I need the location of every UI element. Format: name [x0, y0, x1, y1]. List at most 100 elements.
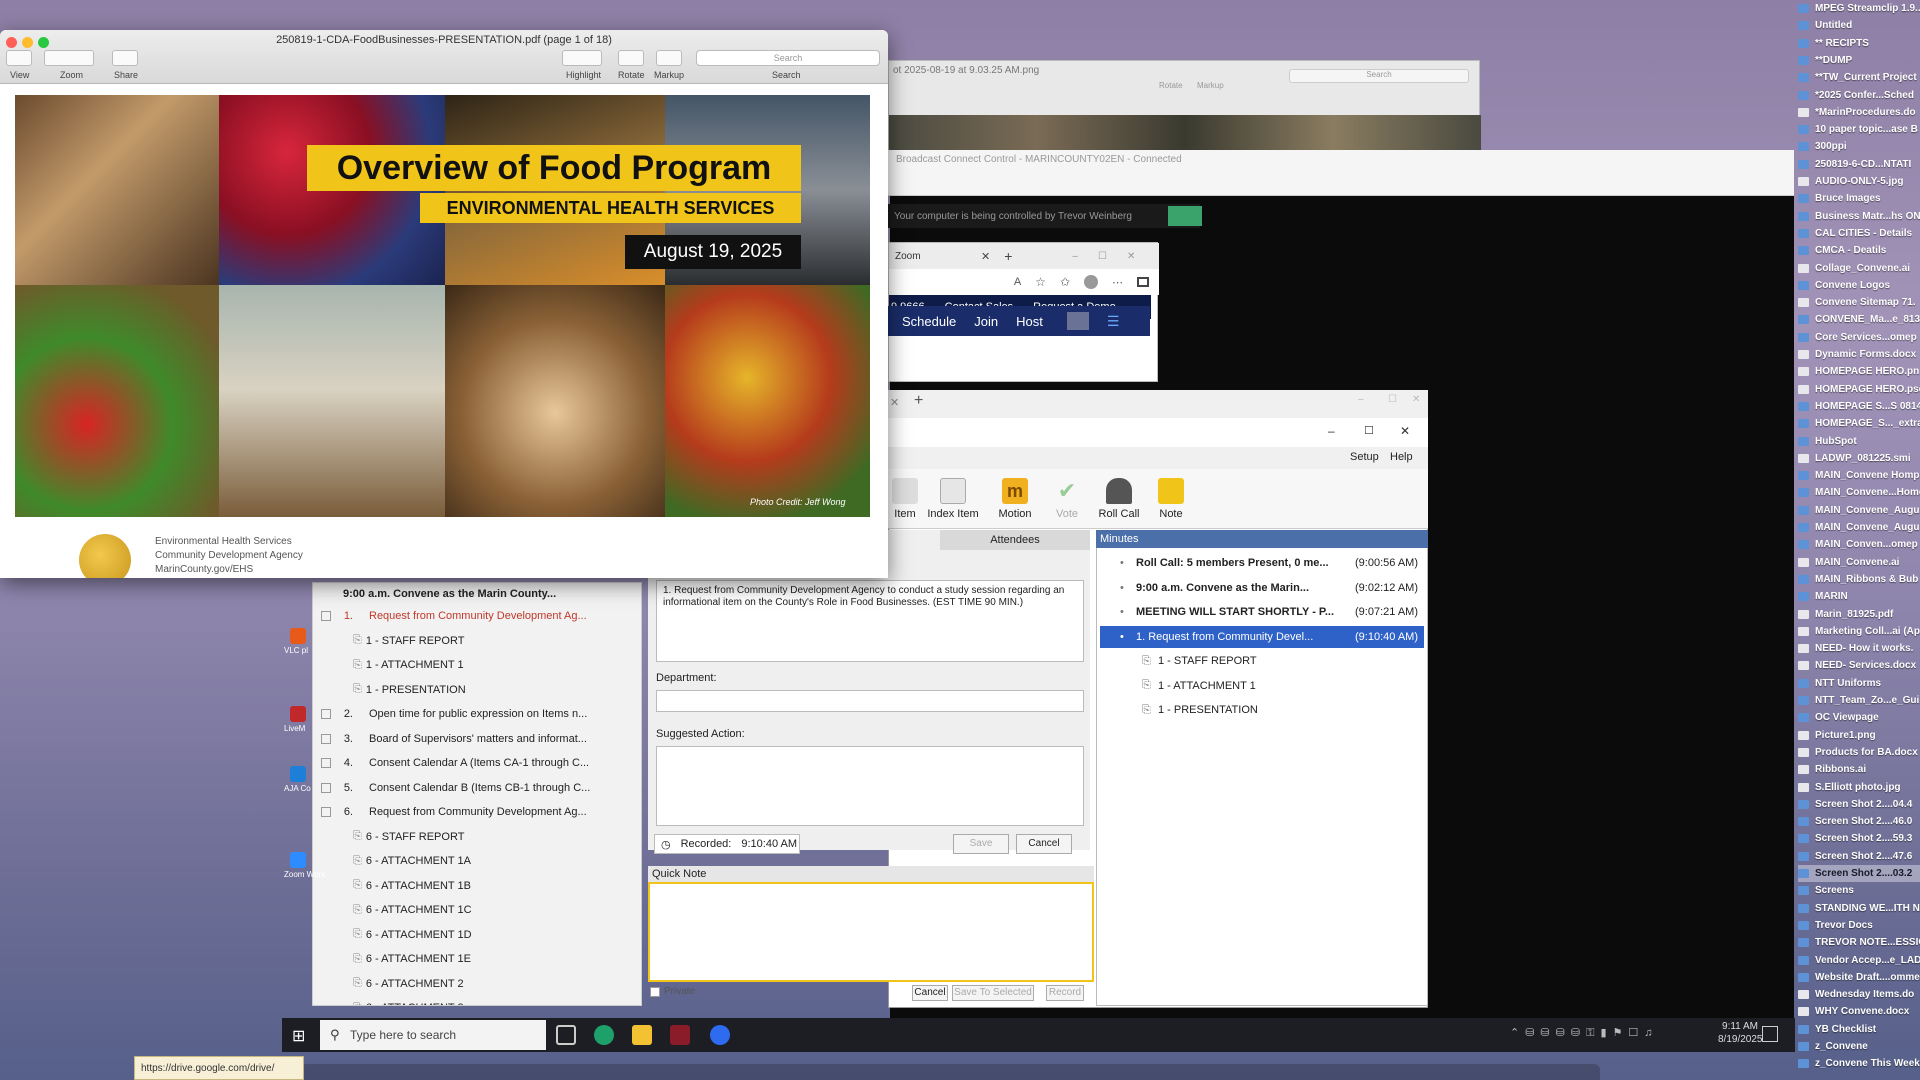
desktop-item[interactable]: MAIN_Convene Homp	[1798, 467, 1920, 484]
desktop-item[interactable]: Screen Shot 2....03.2	[1798, 865, 1920, 882]
desktop-item[interactable]: OC Viewpage	[1798, 709, 1920, 726]
desktop-item[interactable]: *MarinProcedures.do	[1798, 104, 1920, 121]
save-button[interactable]: Save	[953, 834, 1009, 854]
desktop-item[interactable]: ** RECIPTS	[1798, 35, 1920, 52]
desktop-item[interactable]: Collage_Convene.ai	[1798, 260, 1920, 277]
view-button[interactable]	[6, 50, 32, 66]
minutes-row[interactable]: • Roll Call: 5 members Present, 0 me... (9…	[1100, 552, 1424, 574]
desktop-item[interactable]: S.Elliott photo.jpg	[1798, 779, 1920, 796]
notification-icon[interactable]	[1762, 1026, 1778, 1042]
app-icon[interactable]	[670, 1025, 690, 1045]
read-aloud-icon[interactable]: A	[1014, 276, 1021, 288]
minutes-row[interactable]: • 1. Request from Community Devel... (9:10…	[1100, 625, 1424, 648]
tree-item[interactable]: ⎘ 6 - ATTACHMENT 1C	[313, 899, 641, 921]
desktop-item[interactable]: Untitled	[1798, 17, 1920, 34]
edge-icon[interactable]	[594, 1025, 614, 1045]
minutes-row[interactable]: ⎘ 1 - ATTACHMENT 1	[1100, 675, 1424, 697]
aja-icon[interactable]	[290, 766, 306, 782]
desktop-item[interactable]: z_Convene This Week	[1798, 1055, 1920, 1072]
desktop-item[interactable]: Picture1.png	[1798, 727, 1920, 744]
desktop-item[interactable]: Screen Shot 2....46.0	[1798, 813, 1920, 830]
desktop-item[interactable]: HubSpot	[1798, 433, 1920, 450]
highlight-button[interactable]	[562, 50, 602, 66]
markup-button[interactable]	[656, 50, 682, 66]
expander-icon[interactable]	[321, 611, 331, 621]
zoom-icon[interactable]	[710, 1025, 730, 1045]
vote-button[interactable]: ✔ Vote	[1040, 478, 1094, 520]
pdf-preview-window[interactable]: 250819-1-CDA-FoodBusinesses-PRESENTATION…	[0, 30, 888, 578]
cancel-button[interactable]: Cancel	[1016, 834, 1072, 854]
desktop-item[interactable]: MAIN_Ribbons & Bub	[1798, 571, 1920, 588]
share-button[interactable]	[112, 50, 138, 66]
desktop-item[interactable]: CMCA - Deatils	[1798, 242, 1920, 259]
taskbar-clock[interactable]: 9:11 AM 8/19/2025	[1718, 1020, 1763, 1046]
favorites-icon[interactable]: ✩	[1060, 275, 1070, 289]
tree-item[interactable]: 5. Consent Calendar B (Items CB-1 through…	[313, 777, 641, 799]
close-tab-icon[interactable]: ✕	[890, 396, 899, 409]
desktop-item[interactable]: 10 paper topic...ase B	[1798, 121, 1920, 138]
desktop-item[interactable]: 250819-6-CD...NTATI	[1798, 156, 1920, 173]
desktop-item[interactable]: TREVOR NOTE...ESSIO	[1798, 934, 1920, 951]
maximize-icon[interactable]: ☐	[1098, 251, 1107, 262]
desktop-item[interactable]: MAIN_Conven...omep	[1798, 536, 1920, 553]
minutes-row[interactable]: ⎘ 1 - STAFF REPORT	[1100, 650, 1424, 672]
desktop-item[interactable]: NEED- How it works.	[1798, 640, 1920, 657]
desktop-item[interactable]: CONVENE_Ma...e_813	[1798, 311, 1920, 328]
close-window-icon[interactable]: ✕	[1400, 424, 1410, 438]
desktop-item[interactable]: HOMEPAGE HERO.pn	[1798, 363, 1920, 380]
tree-item[interactable]: 1. Request from Community Development Ag.…	[313, 605, 641, 627]
tree-item[interactable]: 2. Open time for public expression on Ite…	[313, 703, 641, 725]
desktop-item[interactable]: Screens	[1798, 882, 1920, 899]
host-link[interactable]: Host	[1016, 314, 1043, 329]
desktop-item[interactable]: NEED- Services.docx	[1798, 657, 1920, 674]
desktop-item[interactable]: z_Convene	[1798, 1038, 1920, 1055]
desktop-item[interactable]: WHY Convene.docx	[1798, 1003, 1920, 1020]
desktop-item[interactable]: MPEG Streamclip 1.9...	[1798, 0, 1920, 17]
desktop-item[interactable]: Wednesday Items.do	[1798, 986, 1920, 1003]
desktop-item[interactable]: Screen Shot 2....59.3	[1798, 830, 1920, 847]
suggested-action-field[interactable]	[656, 746, 1084, 826]
index-item-button[interactable]: Index Item	[926, 478, 980, 520]
expander-icon[interactable]	[321, 758, 331, 768]
tree-top-item[interactable]: 9:00 a.m. Convene as the Marin County...	[313, 583, 641, 605]
desktop-item[interactable]: HOMEPAGE_S..._extra	[1798, 415, 1920, 432]
desktop-item[interactable]: Convene Logos	[1798, 277, 1920, 294]
zoom-workplace-icon[interactable]	[290, 852, 306, 868]
minutes-row[interactable]: • 9:00 a.m. Convene as the Marin... (9:02:…	[1100, 577, 1424, 599]
desktop-item[interactable]: Ribbons.ai	[1798, 761, 1920, 778]
quick-note-cancel-button[interactable]: Cancel	[912, 985, 948, 1001]
tree-item[interactable]: ⎘ 6 - ATTACHMENT 1B	[313, 875, 641, 897]
schedule-link[interactable]: Schedule	[902, 314, 956, 329]
tree-item[interactable]: 4. Consent Calendar A (Items CA-1 through…	[313, 752, 641, 774]
tree-item[interactable]: 3. Board of Supervisors' matters and info…	[313, 728, 641, 750]
preview-rotate[interactable]: Rotate	[1159, 81, 1183, 90]
desktop-item[interactable]: MAIN_Convene_Augu	[1798, 519, 1920, 536]
tree-item[interactable]: ⎘ 6 - STAFF REPORT	[313, 826, 641, 848]
tree-item[interactable]: 6. Request from Community Development Ag.…	[313, 801, 641, 823]
desktop-item[interactable]: AUDIO-ONLY-5.jpg	[1798, 173, 1920, 190]
desktop-item[interactable]: Business Matr...hs ON	[1798, 208, 1920, 225]
desktop-item[interactable]: Convene Sitemap 71.	[1798, 294, 1920, 311]
system-tray-icons[interactable]: ⌃⛁⛁⛁⛁⚿▮⚑☐♫	[1510, 1026, 1658, 1040]
desktop-item[interactable]: YB Checklist	[1798, 1021, 1920, 1038]
desktop-item[interactable]: MAIN_Convene.ai	[1798, 554, 1920, 571]
tree-item[interactable]: ⎘ 6 - ATTACHMENT 1A	[313, 850, 641, 872]
desktop-item[interactable]: **TW_Current Project	[1798, 69, 1920, 86]
tree-item[interactable]: ⎘ 6 - ATTACHMENT 1E	[313, 948, 641, 970]
image-preview-window[interactable]: ot 2025-08-19 at 9.03.25 AM.png Rotate M…	[888, 60, 1481, 151]
more-icon[interactable]: ⋯	[1112, 276, 1123, 289]
minimize-icon[interactable]: –	[1358, 394, 1364, 405]
item-description[interactable]: 1. Request from Community Development Ag…	[656, 580, 1084, 662]
tab-attendees[interactable]: Attendees	[940, 530, 1090, 550]
broadcast-connect-window[interactable]: Broadcast Connect Control - MARINCOUNTY0…	[888, 150, 1794, 196]
desktop-item[interactable]: Trevor Docs	[1798, 917, 1920, 934]
desktop-item[interactable]: MARIN	[1798, 588, 1920, 605]
minutes-row[interactable]: ⎘ 1 - PRESENTATION	[1100, 699, 1424, 721]
motion-button[interactable]: m Motion	[988, 478, 1042, 520]
preview-markup[interactable]: Markup	[1197, 81, 1224, 90]
vlc-icon[interactable]	[290, 628, 306, 644]
avatar[interactable]	[1066, 312, 1089, 330]
tree-item[interactable]: ⎘ 6 - ATTACHMENT 1D	[313, 924, 641, 946]
desktop-item[interactable]: *2025 Confer...Sched	[1798, 87, 1920, 104]
preview-search[interactable]: Search	[1289, 69, 1469, 83]
